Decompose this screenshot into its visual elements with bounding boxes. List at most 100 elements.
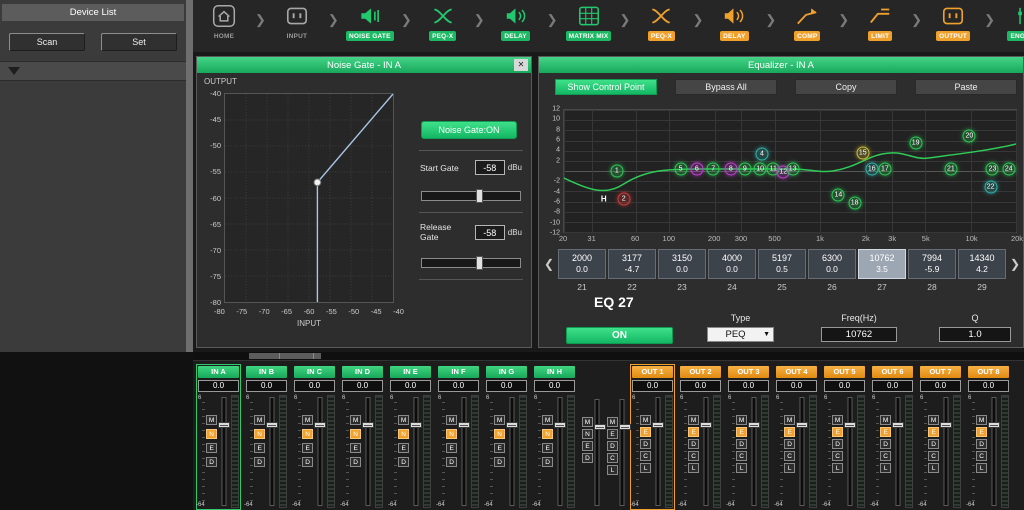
key-l-button[interactable]: L [832,463,843,473]
gain-value-box[interactable]: 0.0 [390,380,431,392]
eq-control-point-13[interactable]: 13 [786,162,799,175]
channel-fader[interactable] [362,395,374,508]
fader-thumb[interactable] [458,422,470,428]
fader-thumb[interactable] [796,422,808,428]
key-d-button[interactable]: D [736,439,747,449]
device-tree-toggle[interactable] [0,61,186,81]
key-m-button[interactable]: M [736,415,747,425]
eq-control-point-2[interactable]: 2 [617,193,630,206]
fader-thumb[interactable] [940,422,952,428]
toolbar-item-peq-x-output[interactable]: PEQ-X [630,3,692,41]
fader-thumb[interactable] [619,424,631,430]
eq-band-cell-21[interactable]: 20000.0 [558,249,606,279]
fader-thumb[interactable] [506,422,518,428]
eq-control-point-18[interactable]: 18 [848,196,861,209]
key-l-button[interactable]: L [607,465,618,475]
key-c-button[interactable]: C [688,451,699,461]
gain-value-box[interactable]: 0.0 [632,380,673,392]
key-c-button[interactable]: C [832,451,843,461]
channel-label[interactable]: OUT 8 [968,366,1009,378]
eq-control-point-23[interactable]: 23 [986,162,999,175]
key-m-button[interactable]: M [446,415,457,425]
key-l-button[interactable]: L [928,463,939,473]
channel-label[interactable]: IN F [438,366,479,378]
fader-thumb[interactable] [218,422,230,428]
fader-thumb[interactable] [652,422,664,428]
eq-control-point-24[interactable]: 24 [1002,162,1015,175]
channel-fader[interactable] [700,395,712,508]
scroll-right-icon[interactable]: ❯ [1009,257,1021,271]
eq-control-point-20[interactable]: 20 [963,129,976,142]
gain-value-box[interactable]: 0.0 [680,380,721,392]
key-d-button[interactable]: D [784,439,795,449]
channel-fader[interactable] [796,395,808,508]
key-d-button[interactable]: D [254,457,265,467]
key-m-button[interactable]: M [254,415,265,425]
key-e-button[interactable]: E [688,427,699,437]
key-e-button[interactable]: E [784,427,795,437]
key-d-button[interactable]: D [302,457,313,467]
channel-label[interactable]: IN C [294,366,335,378]
gain-value-box[interactable]: 0.0 [486,380,527,392]
set-button[interactable]: Set [101,33,177,51]
key-c-button[interactable]: C [928,451,939,461]
fader-thumb[interactable] [314,422,326,428]
start-gate-value[interactable]: -58 [475,160,505,175]
key-n-button[interactable]: N [542,429,553,439]
key-d-button[interactable]: D [446,457,457,467]
channel-label[interactable]: OUT 5 [824,366,865,378]
key-l-button[interactable]: L [688,463,699,473]
gain-value-box[interactable]: 0.0 [920,380,961,392]
key-c-button[interactable]: C [976,451,987,461]
key-d-button[interactable]: D [607,441,618,451]
gain-value-box[interactable]: 0.0 [342,380,383,392]
key-m-button[interactable]: M [976,415,987,425]
channel-fader[interactable] [266,395,278,508]
key-n-button[interactable]: N [254,429,265,439]
gain-value-box[interactable]: 0.0 [968,380,1009,392]
sidebar-scrollbar[interactable] [186,0,193,352]
channel-fader[interactable] [410,395,422,508]
channel-fader[interactable] [652,395,664,508]
key-e-button[interactable]: E [880,427,891,437]
type-dropdown[interactable]: ▼ PEQ [707,327,774,342]
toolbar-item-matrix-mix[interactable]: MATRIX MIX [558,3,620,41]
gain-value-box[interactable]: 0.0 [246,380,287,392]
channel-label[interactable]: OUT 3 [728,366,769,378]
fader-thumb[interactable] [362,422,374,428]
key-d-button[interactable]: D [928,439,939,449]
key-c-button[interactable]: C [784,451,795,461]
eq-band-cell-29[interactable]: 143404.2 [958,249,1006,279]
key-l-button[interactable]: L [640,463,651,473]
key-e-button[interactable]: E [736,427,747,437]
key-m-button[interactable]: M [928,415,939,425]
channel-label[interactable]: OUT 4 [776,366,817,378]
key-n-button[interactable]: N [398,429,409,439]
key-d-button[interactable]: D [494,457,505,467]
channel-fader[interactable] [988,395,1000,508]
close-icon[interactable]: ✕ [514,59,528,71]
eq-band-cell-25[interactable]: 51970.5 [758,249,806,279]
gain-value-box[interactable]: 0.0 [198,380,239,392]
release-gate-slider[interactable] [421,258,521,268]
key-m-button[interactable]: M [784,415,795,425]
channel-fader[interactable] [594,397,600,508]
key-e-button[interactable]: E [542,443,553,453]
eq-band-cell-23[interactable]: 31500.0 [658,249,706,279]
channel-fader[interactable] [314,395,326,508]
key-c-button[interactable]: C [640,451,651,461]
key-e-button[interactable]: E [302,443,313,453]
slider-thumb[interactable] [476,189,483,203]
eq-control-point-14[interactable]: 14 [832,189,845,202]
key-d-button[interactable]: D [688,439,699,449]
fader-thumb[interactable] [594,424,606,430]
key-n-button[interactable]: N [582,429,593,439]
key-d-button[interactable]: D [976,439,987,449]
eq-control-point-8[interactable]: 8 [724,162,737,175]
channel-label[interactable]: IN B [246,366,287,378]
start-gate-slider[interactable] [421,191,521,201]
key-e-button[interactable]: E [976,427,987,437]
eq-band-cell-27[interactable]: 107623.5 [858,249,906,279]
key-e-button[interactable]: E [607,429,618,439]
key-d-button[interactable]: D [350,457,361,467]
